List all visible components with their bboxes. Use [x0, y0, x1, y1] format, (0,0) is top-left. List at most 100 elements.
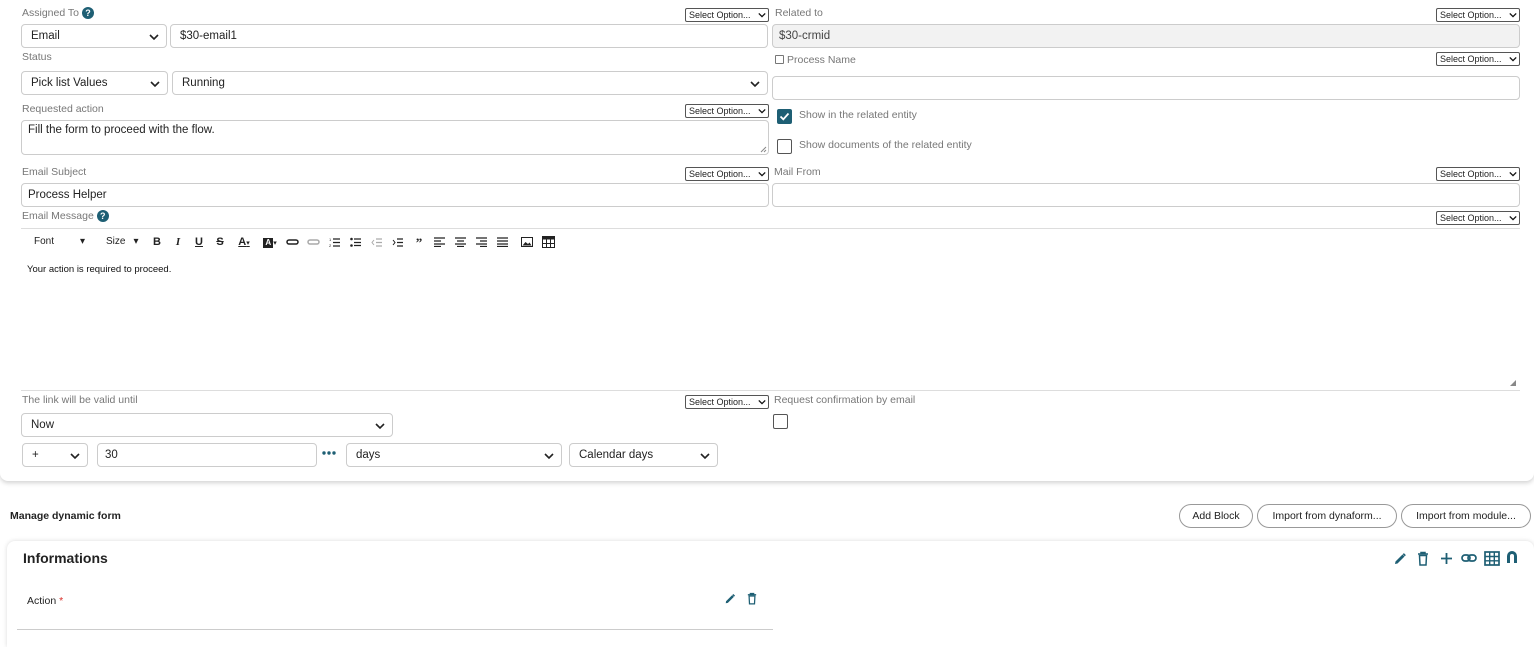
chevron-down-icon	[1509, 56, 1517, 62]
resize-handle-icon[interactable]	[760, 146, 767, 153]
size-dropdown[interactable]: Size ▾	[106, 234, 138, 250]
import-from-module-button[interactable]: Import from module...	[1401, 504, 1531, 528]
status-value-select[interactable]: Running	[172, 71, 768, 95]
process-name-label: Process Name	[787, 54, 856, 66]
assigned-to-select-option[interactable]: Select Option...	[685, 8, 769, 22]
email-subject-select-option[interactable]: Select Option...	[685, 167, 769, 181]
show-documents-checkbox[interactable]	[777, 139, 792, 154]
chevron-down-icon	[758, 108, 766, 114]
requested-action-select-option[interactable]: Select Option...	[685, 104, 769, 118]
chevron-down-icon	[1509, 12, 1517, 18]
table-icon[interactable]	[542, 236, 555, 248]
chevron-down-icon	[70, 453, 80, 460]
mail-from-label: Mail From	[774, 166, 821, 178]
block-title: Informations	[23, 550, 108, 566]
align-left-icon[interactable]	[434, 237, 445, 247]
unit-select[interactable]: days	[346, 443, 562, 467]
chevron-down-icon	[758, 399, 766, 405]
numbered-list-icon[interactable]: 12	[329, 237, 341, 248]
link-valid-select[interactable]: Now	[21, 413, 393, 437]
related-to-select-option[interactable]: Select Option...	[1436, 8, 1520, 22]
related-to-label: Related to	[775, 7, 823, 19]
requested-action-label: Requested action	[22, 103, 104, 115]
chevron-down-icon	[758, 171, 766, 177]
align-justify-icon[interactable]	[497, 237, 508, 247]
calendar-select[interactable]: Calendar days	[569, 443, 718, 467]
status-label: Status	[22, 51, 52, 63]
align-center-icon[interactable]	[455, 237, 466, 247]
help-icon[interactable]: ?	[82, 7, 95, 20]
increase-indent-icon[interactable]	[392, 237, 404, 248]
link-icon[interactable]	[1461, 553, 1477, 563]
italic-icon[interactable]: I	[170, 234, 186, 250]
email-message-select-option[interactable]: Select Option...	[1436, 211, 1520, 225]
image-icon[interactable]	[521, 237, 533, 247]
unlink-icon[interactable]	[307, 237, 320, 247]
assigned-to-type-select[interactable]: Email	[21, 24, 167, 48]
link-valid-select-option[interactable]: Select Option...	[685, 395, 769, 409]
mail-from-input[interactable]	[772, 183, 1520, 207]
process-helper-card: Assigned To? Select Option... Email $30-…	[0, 0, 1534, 481]
show-documents-label: Show documents of the related entity	[799, 139, 972, 151]
check-icon	[779, 112, 790, 121]
edit-field-icon[interactable]	[724, 593, 736, 605]
chevron-down-icon	[1509, 215, 1517, 221]
email-subject-input[interactable]: Process Helper	[21, 183, 769, 207]
assigned-to-input[interactable]: $30-email1	[170, 24, 768, 48]
background-color-icon[interactable]: A ▾	[260, 234, 280, 250]
operator-select[interactable]: +	[22, 443, 88, 467]
request-confirmation-checkbox[interactable]	[773, 414, 788, 429]
strikethrough-icon[interactable]: S	[212, 234, 228, 250]
resize-handle-icon[interactable]	[1509, 379, 1517, 387]
delete-block-icon[interactable]	[1417, 551, 1429, 566]
process-name-checkbox[interactable]	[775, 55, 784, 64]
process-name-input[interactable]	[772, 76, 1520, 100]
related-to-input: $30-crmid	[772, 24, 1520, 48]
more-options-icon[interactable]	[322, 450, 336, 456]
svg-text:2: 2	[329, 243, 332, 248]
text-color-icon[interactable]: A▾	[235, 234, 253, 250]
delete-field-icon[interactable]	[747, 592, 757, 605]
chevron-down-icon	[544, 453, 554, 460]
help-icon[interactable]: ?	[96, 210, 109, 223]
import-from-dynaform-button[interactable]: Import from dynaform...	[1257, 504, 1397, 528]
process-name-select-option[interactable]: Select Option...	[1436, 52, 1520, 66]
request-confirmation-label: Request confirmation by email	[774, 394, 916, 406]
amount-input[interactable]: 30	[97, 443, 317, 467]
chevron-down-icon	[1509, 171, 1517, 177]
bold-icon[interactable]: B	[149, 234, 165, 250]
status-type-select[interactable]: Pick list Values	[21, 71, 168, 95]
email-message-editor[interactable]	[21, 228, 1520, 391]
decrease-indent-icon[interactable]	[371, 237, 383, 248]
form-block: Informations Action *	[7, 541, 1534, 647]
table-icon[interactable]	[1484, 551, 1500, 566]
chevron-down-icon	[758, 12, 766, 18]
link-icon[interactable]	[286, 237, 299, 247]
email-message-body[interactable]: Your action is required to proceed.	[27, 264, 171, 275]
edit-block-icon[interactable]	[1393, 552, 1407, 566]
underline-icon[interactable]: U	[191, 234, 207, 250]
assigned-to-label: Assigned To?	[22, 7, 95, 20]
manage-dynamic-form-title: Manage dynamic form	[10, 510, 121, 522]
show-related-entity-label: Show in the related entity	[799, 109, 917, 121]
magnet-icon[interactable]	[1505, 550, 1519, 564]
chevron-down-icon	[375, 423, 385, 430]
link-valid-label: The link will be valid until	[22, 394, 138, 406]
add-block-button[interactable]: Add Block	[1179, 504, 1253, 528]
email-message-label: Email Message?	[22, 210, 109, 223]
chevron-down-icon	[750, 81, 760, 88]
field-label-action: Action *	[27, 595, 64, 607]
field-divider	[17, 629, 773, 630]
mail-from-select-option[interactable]: Select Option...	[1436, 167, 1520, 181]
align-right-icon[interactable]	[476, 237, 487, 247]
add-field-icon[interactable]	[1440, 552, 1453, 565]
blockquote-icon[interactable]: ”	[411, 235, 427, 251]
bulleted-list-icon[interactable]	[350, 237, 362, 248]
chevron-down-icon	[700, 453, 710, 460]
requested-action-textarea[interactable]: Fill the form to proceed with the flow.	[21, 120, 769, 155]
show-related-entity-checkbox[interactable]	[777, 109, 792, 124]
font-dropdown[interactable]: Font ▾	[34, 234, 85, 250]
email-subject-label: Email Subject	[22, 166, 87, 178]
svg-text:1: 1	[329, 237, 332, 242]
chevron-down-icon	[150, 81, 160, 88]
